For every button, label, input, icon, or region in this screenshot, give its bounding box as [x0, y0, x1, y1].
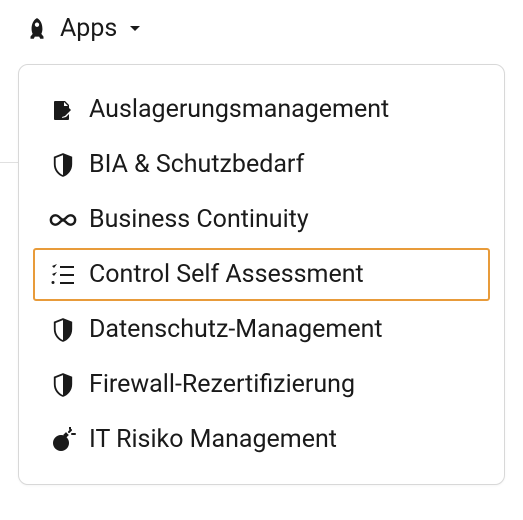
menu-item-label: Firewall-Rezertifizierung — [89, 370, 355, 399]
bomb-icon — [49, 426, 77, 454]
apps-menu-label: Apps — [60, 14, 117, 43]
menu-item-control-self-assessment[interactable]: Control Self Assessment — [33, 248, 490, 301]
menu-item-label: IT Risiko Management — [89, 425, 337, 454]
apps-dropdown-panel: Auslagerungsmanagement BIA & Schutzbedar… — [18, 64, 505, 485]
apps-menu-trigger[interactable]: Apps — [0, 0, 523, 53]
menu-item-auslagerungsmanagement[interactable]: Auslagerungsmanagement — [33, 83, 490, 136]
document-edit-icon — [49, 96, 77, 124]
menu-item-label: Control Self Assessment — [89, 260, 364, 289]
divider — [0, 162, 18, 163]
shield-icon — [49, 316, 77, 344]
menu-item-label: Business Continuity — [89, 205, 309, 234]
menu-item-firewall-rezertifizierung[interactable]: Firewall-Rezertifizierung — [33, 358, 490, 411]
menu-item-label: Datenschutz-Management — [89, 315, 383, 344]
shield-icon — [49, 151, 77, 179]
checklist-icon — [49, 261, 77, 289]
menu-item-bia-schutzbedarf[interactable]: BIA & Schutzbedarf — [33, 138, 490, 191]
menu-item-business-continuity[interactable]: Business Continuity — [33, 193, 490, 246]
menu-item-label: Auslagerungsmanagement — [89, 95, 389, 124]
menu-item-it-risiko-management[interactable]: IT Risiko Management — [33, 413, 490, 466]
caret-down-icon — [129, 23, 141, 35]
rocket-icon — [24, 16, 50, 42]
menu-item-datenschutz-management[interactable]: Datenschutz-Management — [33, 303, 490, 356]
menu-item-label: BIA & Schutzbedarf — [89, 150, 304, 179]
infinity-icon — [49, 206, 77, 234]
shield-icon — [49, 371, 77, 399]
